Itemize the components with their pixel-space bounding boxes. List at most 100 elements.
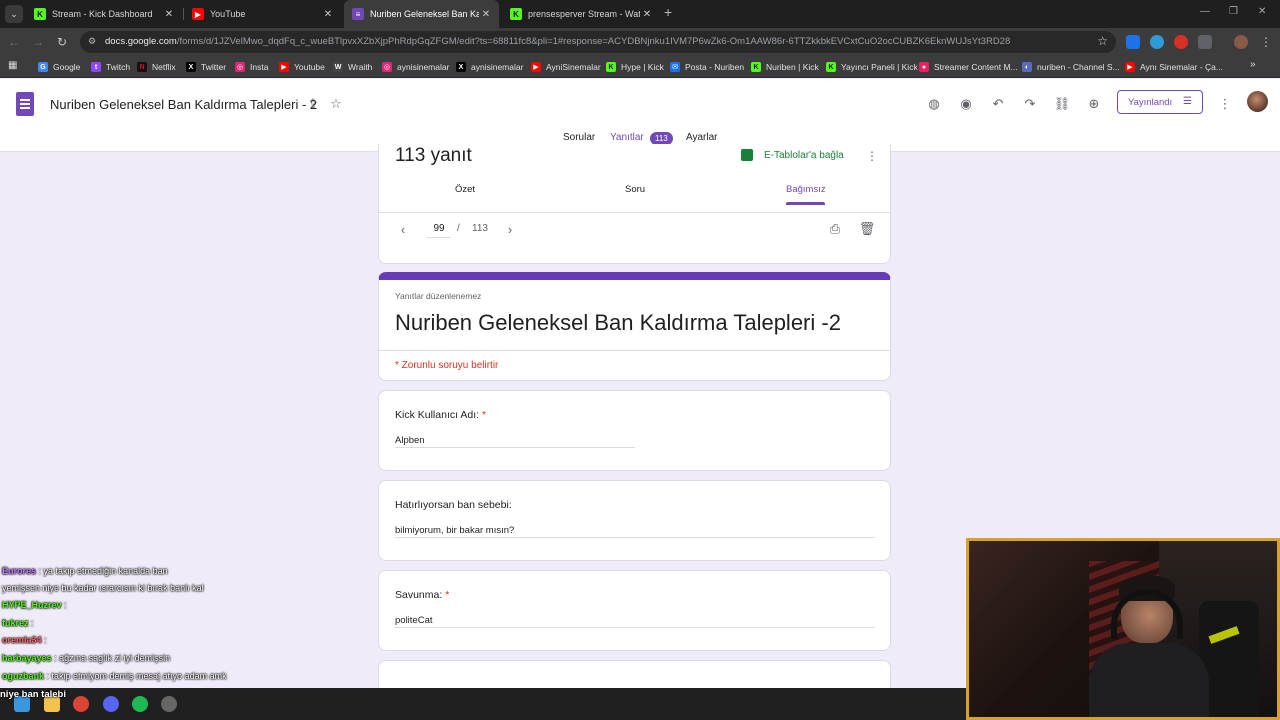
bookmark-aynisinemalar-insta[interactable]: ◎ aynisinemalar <box>382 60 449 74</box>
discord-icon[interactable] <box>103 696 119 712</box>
kick-icon: K <box>606 62 616 72</box>
responses-menu-icon[interactable]: ⋮ <box>866 149 878 163</box>
star-icon[interactable]: ☆ <box>327 95 345 113</box>
subtab-summary[interactable]: Özet <box>455 184 475 195</box>
profile-icon[interactable] <box>1234 35 1248 49</box>
subtab-individual[interactable]: Bağımsız <box>786 184 826 195</box>
close-icon[interactable]: ✕ <box>640 9 654 20</box>
bookmark-label: Twitter <box>201 62 227 72</box>
answer-underline <box>395 447 635 448</box>
link-to-sheets-button[interactable]: E-Tablolar'a bağla <box>741 149 844 161</box>
bookmark-google[interactable]: G Google <box>38 60 80 74</box>
bookmark-yayinci-paneli[interactable]: K Yayıncı Paneli | Kick <box>826 60 918 74</box>
published-button[interactable]: Yayınlandı ☰ <box>1117 90 1203 114</box>
bookmark-label: Yayıncı Paneli | Kick <box>841 62 918 72</box>
response-index-input[interactable]: 99 <box>427 220 451 238</box>
preview-eye-icon[interactable]: ◉ <box>957 95 975 113</box>
close-icon[interactable]: ✕ <box>321 9 335 20</box>
bookmark-aynisinemalar-youtube[interactable]: ▶ AyniSinemalar <box>531 60 601 74</box>
bookmark-star-icon[interactable]: ☆ <box>1097 34 1108 48</box>
forward-icon[interactable]: → <box>30 34 46 50</box>
close-icon[interactable]: ✕ <box>162 9 176 20</box>
apps-grid-icon[interactable]: ▦ <box>8 60 20 72</box>
url-host: docs.google.com <box>105 36 177 47</box>
forms-logo-icon[interactable] <box>16 92 34 116</box>
bookmark-label: Netflix <box>152 62 176 72</box>
bookmark-netflix[interactable]: N Netflix <box>137 60 176 74</box>
kick-icon: K <box>34 8 46 20</box>
question-card: Savunma: * politeCat <box>378 570 891 651</box>
youtube-icon: ▶ <box>279 62 289 72</box>
chrome-icon[interactable] <box>73 696 89 712</box>
bookmark-youtube[interactable]: ▶ Youtube <box>279 60 325 74</box>
link-icon[interactable]: ⛓ <box>1053 95 1071 113</box>
move-to-drive-icon[interactable]: ⇪ <box>304 95 322 113</box>
bookmark-wraith[interactable]: W Wraith <box>333 60 372 74</box>
required-note: * Zorunlu soruyu belirtir <box>395 360 499 371</box>
chat-text: : <box>31 618 34 628</box>
extension-record-icon[interactable] <box>1174 35 1188 49</box>
reload-icon[interactable]: ↻ <box>54 34 70 50</box>
bookmark-nuriben-kick[interactable]: K Nuriben | Kick <box>751 60 819 74</box>
previous-response-icon[interactable]: ‹ <box>394 220 412 238</box>
obs-icon[interactable] <box>161 696 177 712</box>
tab-search-icon[interactable]: ⌄ <box>5 5 23 23</box>
new-tab-icon[interactable]: + <box>664 4 672 20</box>
more-options-icon[interactable]: ⋮ <box>1216 95 1234 113</box>
site-info-icon[interactable]: ⚙ <box>88 36 100 48</box>
bookmark-label: AyniSinemalar <box>546 62 601 72</box>
question-text: Savunma: <box>395 589 443 601</box>
undo-icon[interactable]: ↶ <box>989 95 1007 113</box>
question-card: Kick Kullanıcı Adı: * Alpben <box>378 390 891 471</box>
streamer-icon: ● <box>919 62 929 72</box>
close-window-icon[interactable]: ✕ <box>1258 6 1266 17</box>
delete-icon[interactable]: 🗑 <box>858 220 876 238</box>
bookmark-channel[interactable]: ◐ nuriben - Channel S... <box>1022 60 1120 74</box>
sheets-link-label: E-Tablolar'a bağla <box>764 149 844 161</box>
bookmark-aynisinemalar-x[interactable]: Xaynisinemalar <box>456 60 523 74</box>
tab-youtube[interactable]: ▶ YouTube ✕ <box>184 0 341 28</box>
add-collaborator-icon[interactable]: ⊕ <box>1085 95 1103 113</box>
avatar[interactable] <box>1247 91 1268 112</box>
tab-kick-dashboard[interactable]: K Stream - Kick Dashboard ✕ <box>26 0 182 28</box>
extension-shield-icon[interactable] <box>1126 35 1140 49</box>
maximize-icon[interactable]: ❐ <box>1229 6 1238 17</box>
more-bookmarks-icon[interactable]: » <box>1250 59 1256 70</box>
bookmark-posta[interactable]: ✉ Posta - Nuriben <box>670 60 744 74</box>
bookmark-ayni-sinemalar[interactable]: ▶ Aynı Sinemalar - Ça... <box>1125 60 1223 74</box>
response-total: 113 <box>472 223 488 234</box>
back-icon[interactable]: ← <box>6 34 22 50</box>
chat-text: : takip etmiyom demiş mesaj atıyo adam a… <box>46 671 227 681</box>
address-bar[interactable]: ⚙ docs.google.com/forms/d/1JZVelMwo_dqdF… <box>80 31 1116 53</box>
tab-kick-stream[interactable]: K prensesperver Stream - Watch l ✕ <box>502 0 660 28</box>
subtab-question[interactable]: Soru <box>625 184 645 195</box>
chat-text: : ya takip etmediğin kanalda ban <box>38 566 168 576</box>
extension-globe-icon[interactable] <box>1150 35 1164 49</box>
tab-forms[interactable]: ≡ Nuriben Geleneksel Ban Kaldırı ✕ <box>344 0 499 28</box>
palette-icon[interactable]: ◍ <box>925 95 943 113</box>
x-icon: X <box>186 62 196 72</box>
url-text[interactable]: docs.google.com/forms/d/1JZVelMwo_dqdFq_… <box>105 36 1085 47</box>
form-title[interactable]: Nuriben Geleneksel Ban Kaldırma Talepler… <box>50 97 317 112</box>
required-marker: * <box>481 409 487 421</box>
youtube-icon: ▶ <box>531 62 541 72</box>
bookmark-streamer-content[interactable]: ● Streamer Content M... <box>919 60 1018 74</box>
next-response-icon[interactable]: › <box>501 220 519 238</box>
minimize-icon[interactable]: — <box>1200 6 1210 17</box>
tab-questions[interactable]: Sorular <box>563 132 595 143</box>
bookmark-twitter[interactable]: X Twitter <box>186 60 226 74</box>
close-icon[interactable]: ✕ <box>479 9 493 20</box>
redo-icon[interactable]: ↷ <box>1021 95 1039 113</box>
print-icon[interactable]: ⎙ <box>826 220 844 238</box>
spotify-icon[interactable] <box>132 696 148 712</box>
bookmark-twitch[interactable]: t Twitch <box>91 60 130 74</box>
tab-settings[interactable]: Ayarlar <box>686 132 718 143</box>
required-marker: * <box>445 589 450 601</box>
chat-message: oremla34 : <box>2 635 47 645</box>
tab-responses[interactable]: Yanıtlar <box>610 132 644 143</box>
extensions-puzzle-icon[interactable] <box>1198 35 1212 49</box>
bookmark-hype-kick[interactable]: K Hype | Kick <box>606 60 664 74</box>
bookmark-insta[interactable]: ◎ Insta <box>235 60 268 74</box>
browser-menu-icon[interactable]: ⋮ <box>1258 34 1274 50</box>
chat-message: harbayayes : ağzına saglık zi iyi demişs… <box>2 653 170 663</box>
